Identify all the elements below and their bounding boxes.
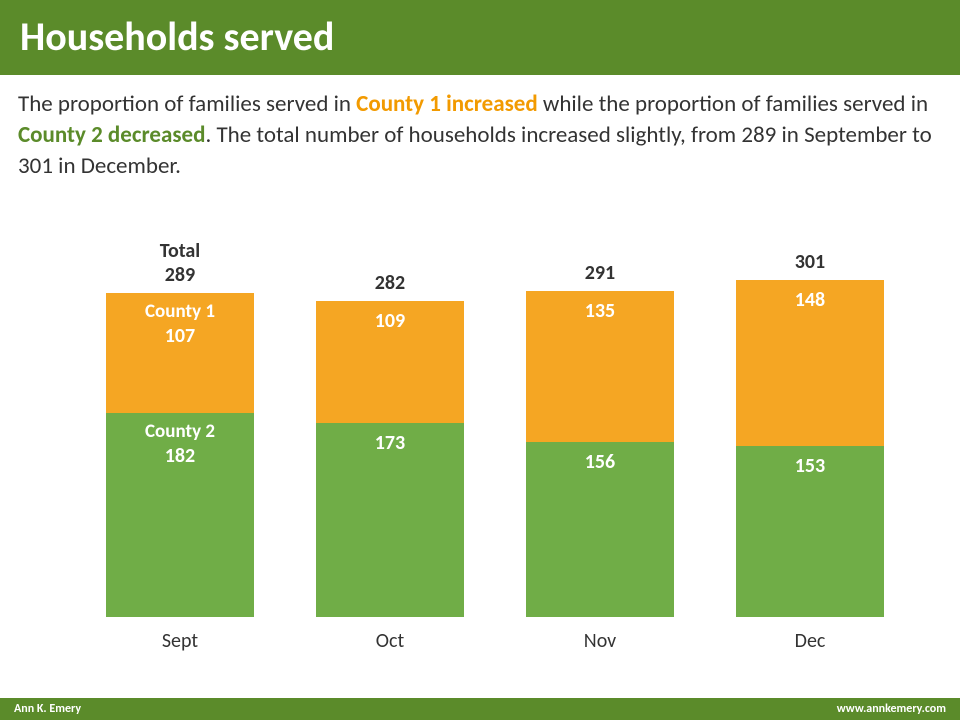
bar-column: 301 148153 — [730, 250, 890, 617]
footer-site: www.annkemery.com — [837, 702, 946, 716]
bar-segment-county1: 148 — [736, 280, 884, 446]
stacked-bar-chart: Total289County 1107County 21822821091732… — [90, 225, 900, 665]
highlight-county2: County 2 decreased — [18, 121, 205, 149]
bar-stack: 148153 — [736, 280, 884, 617]
bar-segment-county1: County 1107 — [106, 293, 254, 413]
bar-stack: 135156 — [526, 291, 674, 617]
bar-total-label: 291 — [585, 261, 615, 285]
page-title: Households served — [20, 12, 334, 61]
bar-column: Total289 County 1107County 2182 — [100, 239, 260, 617]
x-axis-label: Nov — [520, 629, 680, 653]
x-axis-label: Oct — [310, 629, 470, 653]
bar-column: 282 109173 — [310, 271, 470, 617]
footer-bar: Ann K. Emery www.annkemery.com — [0, 698, 960, 720]
x-axis-label: Sept — [100, 629, 260, 653]
bar-segment-county1: 109 — [316, 301, 464, 423]
bar-segment-county2: 173 — [316, 423, 464, 617]
bar-total-label: 282 — [375, 271, 405, 295]
bar-segment-county2: 156 — [526, 442, 674, 617]
bar-column: 291 135156 — [520, 261, 680, 617]
highlight-county1: County 1 increased — [356, 90, 538, 118]
chart-subtitle: The proportion of families served in Cou… — [0, 75, 960, 192]
bar-segment-county1: 135 — [526, 291, 674, 442]
bar-total-label: 301 — [795, 250, 825, 274]
bar-segment-county2: 153 — [736, 446, 884, 617]
x-axis-label: Dec — [730, 629, 890, 653]
footer-author: Ann K. Emery — [14, 702, 81, 716]
page-title-bar: Households served — [0, 0, 960, 75]
bar-total-label: Total289 — [160, 239, 200, 287]
bar-segment-county2: County 2182 — [106, 413, 254, 617]
bar-stack: County 1107County 2182 — [106, 293, 254, 617]
bar-stack: 109173 — [316, 301, 464, 617]
